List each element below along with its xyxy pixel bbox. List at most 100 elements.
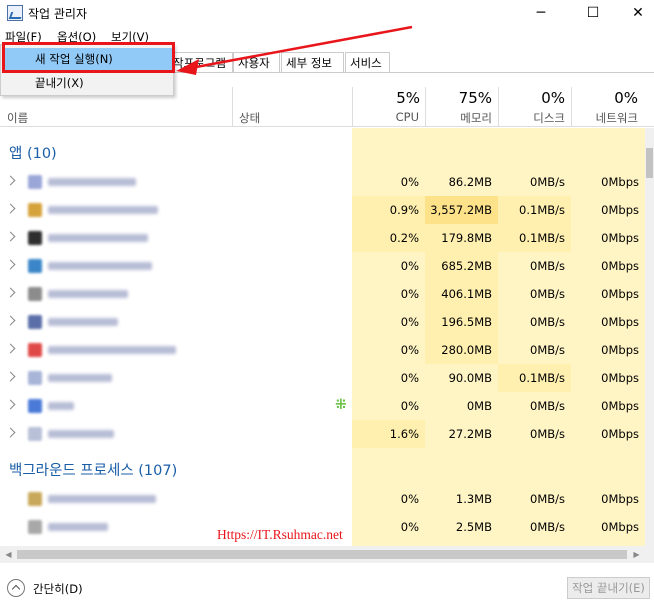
tab-services[interactable]: 서비스	[345, 52, 390, 72]
disk-value: 0MB/s	[530, 427, 565, 441]
chevron-right-icon[interactable]	[5, 343, 16, 354]
cpu-value: 1.6%	[389, 427, 419, 441]
minimize-button[interactable]: ─	[518, 0, 564, 27]
memory-percent: 75%	[458, 89, 492, 107]
process-row[interactable]: 0% 685.2MB 0MB/s 0Mbps	[0, 252, 645, 280]
chevron-right-icon[interactable]	[5, 175, 16, 186]
column-cpu[interactable]: CPU	[352, 110, 419, 124]
net-value: 0Mbps	[601, 520, 639, 534]
column-disk[interactable]: 디스크	[498, 110, 565, 126]
disk-value: 0.1MB/s	[519, 371, 565, 385]
process-icon	[28, 371, 42, 385]
process-icon	[28, 203, 42, 217]
net-value: 0Mbps	[601, 259, 639, 273]
chevron-right-icon[interactable]	[5, 371, 16, 382]
tab-users[interactable]: 사용자	[233, 52, 280, 72]
mem-value: 179.8MB	[441, 231, 492, 245]
mem-value: 406.1MB	[441, 287, 492, 301]
chevron-right-icon[interactable]	[5, 287, 16, 298]
scroll-corner	[645, 546, 654, 563]
disk-value: 0MB/s	[530, 315, 565, 329]
disk-value: 0MB/s	[530, 343, 565, 357]
disk-value: 0.1MB/s	[519, 231, 565, 245]
mem-value: 280.0MB	[441, 343, 492, 357]
scroll-right-icon[interactable]: ▶	[628, 546, 645, 563]
disk-value: 0MB/s	[530, 287, 565, 301]
task-manager-icon	[7, 5, 23, 21]
process-icon	[28, 287, 42, 301]
cpu-value: 0%	[400, 175, 419, 189]
mem-value: 685.2MB	[441, 259, 492, 273]
cpu-value: 0%	[400, 287, 419, 301]
fewer-details-link[interactable]: 간단히(D)	[33, 581, 83, 597]
process-icon	[28, 399, 42, 413]
chevron-up-icon[interactable]	[7, 579, 25, 597]
cpu-value: 0%	[400, 259, 419, 273]
disk-value: 0MB/s	[530, 520, 565, 534]
process-name-blurred	[48, 318, 118, 326]
process-icon	[28, 231, 42, 245]
process-row[interactable]: 0% 90.0MB 0.1MB/s 0Mbps	[0, 364, 645, 392]
column-memory[interactable]: 메모리	[425, 110, 492, 126]
disk-percent: 0%	[541, 89, 565, 107]
tab-startup[interactable]: 작프로그램	[170, 52, 233, 72]
cpu-value: 0%	[400, 492, 419, 506]
process-row[interactable]: 0.2% 179.8MB 0.1MB/s 0Mbps	[0, 224, 645, 252]
process-row[interactable]: 0% 406.1MB 0MB/s 0Mbps	[0, 280, 645, 308]
process-name-blurred	[48, 178, 136, 186]
process-row[interactable]: 0% 280.0MB 0MB/s 0Mbps	[0, 336, 645, 364]
column-status[interactable]: 상태	[239, 110, 260, 126]
title-bar: 작업 관리자 ─ ☐ ✕	[0, 0, 654, 27]
process-icon	[28, 427, 42, 441]
process-row[interactable]: 0% 86.2MB 0MB/s 0Mbps	[0, 168, 645, 196]
column-network[interactable]: 네트워크	[571, 110, 638, 126]
footer: 간단히(D) 작업 끝내기(E)	[0, 570, 654, 609]
chevron-right-icon[interactable]	[5, 231, 16, 242]
mem-value: 196.5MB	[441, 315, 492, 329]
horizontal-scrollbar[interactable]: ◀ ▶	[0, 546, 645, 563]
column-name[interactable]: 이름	[7, 110, 28, 126]
tab-details[interactable]: 세부 정보	[281, 52, 344, 72]
process-row[interactable]: 0% 196.5MB 0MB/s 0Mbps	[0, 308, 645, 336]
mem-value: 27.2MB	[448, 427, 492, 441]
process-name-blurred	[48, 206, 158, 214]
chevron-right-icon[interactable]	[5, 203, 16, 214]
end-task-button[interactable]: 작업 끝내기(E)	[567, 577, 650, 599]
group-apps[interactable]: 앱 (10)	[9, 142, 57, 163]
process-name-blurred	[48, 495, 156, 503]
maximize-button[interactable]: ☐	[570, 0, 616, 27]
mem-value: 1.3MB	[455, 492, 492, 506]
net-value: 0Mbps	[601, 315, 639, 329]
process-name-blurred	[48, 523, 108, 531]
process-row[interactable]: 0% 1.3MB 0MB/s 0Mbps	[0, 485, 645, 513]
process-name-blurred	[48, 262, 152, 270]
cpu-value: 0.2%	[389, 231, 419, 245]
group-background-processes[interactable]: 백그라운드 프로세스 (107)	[9, 459, 177, 480]
process-row[interactable]: 1.6% 27.2MB 0MB/s 0Mbps	[0, 420, 645, 448]
process-list: 앱 (10) 0% 86.2MB 0MB/s 0Mbps 0.9% 3,557.2MB 0.…	[0, 128, 645, 546]
cpu-value: 0%	[400, 371, 419, 385]
menu-item-exit[interactable]: 끝내기(X)	[2, 72, 172, 94]
process-name-blurred	[48, 374, 112, 382]
cpu-value: 0%	[400, 343, 419, 357]
tab-startup-label: 작프로그램	[173, 56, 226, 70]
disk-value: 0MB/s	[530, 399, 565, 413]
vertical-scroll-thumb[interactable]	[646, 148, 653, 178]
process-row[interactable]: ⁜ 0% 0MB 0MB/s 0Mbps	[0, 392, 645, 420]
chevron-right-icon[interactable]	[5, 399, 16, 410]
process-row[interactable]: 0.9% 3,557.2MB 0.1MB/s 0Mbps	[0, 196, 645, 224]
cpu-value: 0%	[400, 399, 419, 413]
chevron-right-icon[interactable]	[5, 315, 16, 326]
scroll-left-icon[interactable]: ◀	[0, 546, 17, 563]
process-icon	[28, 492, 42, 506]
watermark: Https://IT.Rsuhmac.net	[217, 527, 343, 542]
chevron-right-icon[interactable]	[5, 427, 16, 438]
chevron-right-icon[interactable]	[5, 259, 16, 270]
process-icon	[28, 259, 42, 273]
close-button[interactable]: ✕	[615, 0, 654, 27]
net-value: 0Mbps	[601, 427, 639, 441]
horizontal-scroll-thumb[interactable]	[17, 550, 627, 559]
vertical-scrollbar[interactable]	[645, 128, 654, 546]
cpu-value: 0.9%	[389, 203, 419, 217]
disk-value: 0MB/s	[530, 492, 565, 506]
